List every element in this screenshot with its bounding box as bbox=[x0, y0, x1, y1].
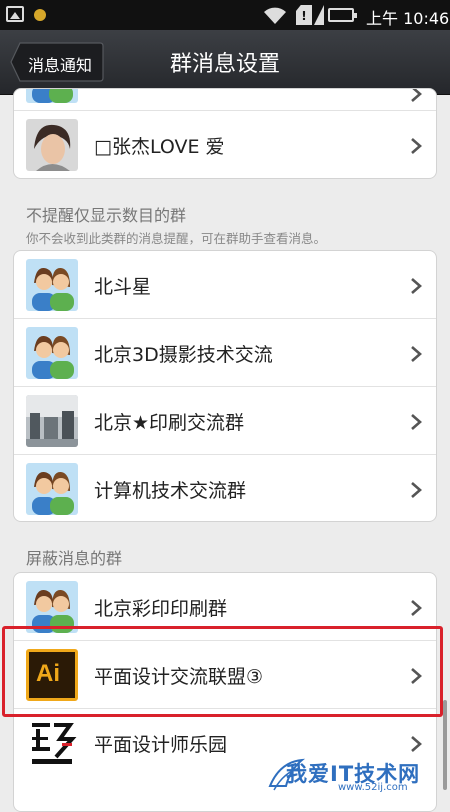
list-item[interactable]: 北京★印刷交流群 bbox=[14, 387, 436, 455]
chevron-right-icon bbox=[411, 600, 422, 616]
chevron-right-icon bbox=[411, 482, 422, 498]
avatar-photo bbox=[26, 119, 78, 171]
section-title: 屏蔽消息的群 bbox=[26, 549, 123, 568]
status-bar: ! 上午 10:46 bbox=[0, 0, 450, 30]
list-item[interactable]: 计算机技术交流群 bbox=[14, 455, 436, 521]
status-time: 上午 10:46 bbox=[366, 9, 450, 28]
chevron-right-icon bbox=[411, 414, 422, 430]
wifi-icon bbox=[264, 7, 286, 24]
list-item-partial[interactable] bbox=[14, 89, 436, 111]
item-label: 北京彩印印刷群 bbox=[94, 598, 228, 620]
avatar-photo bbox=[26, 395, 78, 447]
group-avatar-icon bbox=[26, 463, 78, 515]
group-avatar-icon bbox=[26, 89, 78, 103]
group-avatar-icon bbox=[26, 259, 78, 311]
battery-icon bbox=[328, 8, 357, 22]
chevron-right-icon bbox=[411, 278, 422, 294]
item-label: □张杰LOVE 爱 bbox=[94, 136, 225, 158]
highlight-box bbox=[2, 626, 443, 717]
list-item[interactable]: 北斗星 bbox=[14, 251, 436, 319]
section-title: 不提醒仅显示数目的群 bbox=[26, 206, 187, 225]
group-logo-icon bbox=[26, 717, 78, 769]
chevron-right-icon bbox=[411, 346, 422, 362]
watermark-url: www.52ij.com bbox=[338, 782, 408, 793]
list-item[interactable]: 北京3D摄影技术交流 bbox=[14, 319, 436, 387]
chevron-right-icon bbox=[411, 736, 422, 752]
chevron-right-icon bbox=[411, 138, 422, 154]
count-only-group-card: 北斗星 北京3D摄影技术交流 北京★印刷交流群 计算机技术交流群 bbox=[13, 250, 437, 522]
signal-icon bbox=[314, 5, 324, 25]
chevron-right-icon bbox=[411, 89, 422, 102]
list-item[interactable]: □张杰LOVE 爱 bbox=[14, 111, 436, 178]
image-notification-icon bbox=[6, 6, 24, 22]
item-label: 北京3D摄影技术交流 bbox=[94, 344, 273, 366]
app-notification-icon bbox=[34, 9, 46, 21]
group-avatar-icon bbox=[26, 327, 78, 379]
watermark: 我爱IT技术网 www.52ij.com bbox=[266, 756, 446, 796]
section-description: 你不会收到此类群的消息提醒，可在群助手查看消息。 bbox=[26, 231, 327, 246]
item-label: 北斗星 bbox=[94, 276, 152, 298]
sim-alert-icon: ! bbox=[296, 5, 312, 25]
top-group-card: □张杰LOVE 爱 bbox=[13, 88, 437, 179]
item-label: 计算机技术交流群 bbox=[94, 480, 247, 502]
item-label: 北京★印刷交流群 bbox=[94, 412, 245, 434]
page-title: 群消息设置 bbox=[169, 52, 280, 77]
item-label: 平面设计师乐园 bbox=[94, 734, 228, 756]
title-bar: 消息通知 群消息设置 bbox=[0, 30, 450, 95]
